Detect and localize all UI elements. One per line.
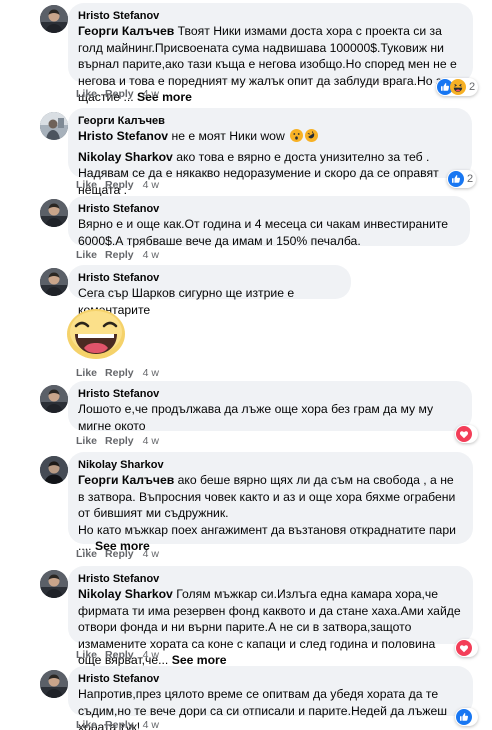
reaction-summary[interactable] <box>455 425 478 443</box>
mention-link[interactable]: Nikolay Sharkov <box>78 587 173 601</box>
avatar[interactable] <box>40 268 68 296</box>
like-button[interactable]: Like <box>76 719 97 730</box>
reaction-summary[interactable]: 2 <box>447 170 477 188</box>
laughing-sticker[interactable] <box>66 306 126 362</box>
avatar[interactable] <box>40 5 68 33</box>
mention-link[interactable]: Nikolay Sharkov <box>78 150 173 164</box>
comment-actions: Like Reply 4 w <box>76 435 159 447</box>
love-icon <box>456 640 472 656</box>
reply-button[interactable]: Reply <box>105 88 134 100</box>
timestamp[interactable]: 4 w <box>143 649 159 661</box>
timestamp[interactable]: 4 w <box>143 548 159 560</box>
like-button[interactable]: Like <box>76 367 97 379</box>
timestamp[interactable]: 4 w <box>143 719 159 730</box>
comment-actions: Like Reply 4 w <box>76 548 159 560</box>
comment-bubble: Hristo Stefanov Лошото е,че продължава д… <box>68 381 472 433</box>
reply-button[interactable]: Reply <box>105 548 134 560</box>
like-button[interactable]: Like <box>76 649 97 661</box>
reaction-summary[interactable]: 2 <box>436 78 479 96</box>
timestamp[interactable]: 4 w <box>143 367 159 379</box>
comment-author[interactable]: Hristo Stefanov <box>78 202 458 216</box>
comment-bubble: Hristo Stefanov Георги Калъчев Твоят Ник… <box>68 3 473 104</box>
comment-bubble: Hristo Stefanov Сега сър Шарков сигурно … <box>68 265 351 317</box>
surprised-emoji <box>290 129 304 142</box>
rofl-emoji <box>305 129 319 142</box>
reply-button[interactable]: Reply <box>105 719 134 730</box>
comment-actions: Like Reply 4 w <box>76 249 159 261</box>
comment-bubble: Hristo Stefanov Вярно е и още как.От год… <box>68 196 470 248</box>
comment-author[interactable]: Hristo Stefanov <box>78 387 460 401</box>
reply-button[interactable]: Reply <box>105 435 134 447</box>
comment-text: Георги Калъчев ако беше вярно щях ли да … <box>78 473 456 553</box>
avatar[interactable] <box>40 670 68 698</box>
love-icon <box>456 426 472 442</box>
comment-author[interactable]: Nikolay Sharkov <box>78 458 461 472</box>
haha-icon <box>450 79 466 95</box>
comment-actions: Like Reply 4 w <box>76 88 159 100</box>
timestamp[interactable]: 4 w <box>143 88 159 100</box>
comment-bubble: Hristo Stefanov Nikolay Sharkov Голям мъ… <box>68 566 473 667</box>
reply-button[interactable]: Reply <box>105 179 134 191</box>
see-more-link[interactable]: See more <box>172 653 227 667</box>
reaction-summary[interactable] <box>455 708 478 726</box>
comment-actions: Like Reply 4 w <box>76 179 159 191</box>
timestamp[interactable]: 4 w <box>143 179 159 191</box>
like-button[interactable]: Like <box>76 179 97 191</box>
avatar[interactable] <box>40 385 68 413</box>
avatar[interactable] <box>40 570 68 598</box>
avatar[interactable] <box>40 456 68 484</box>
mention-link[interactable]: Hristo Stefanov <box>78 129 168 143</box>
avatar[interactable] <box>40 112 68 140</box>
mention-link[interactable]: Георги Калъчев <box>78 24 174 38</box>
avatar[interactable] <box>40 199 68 227</box>
comment-author[interactable]: Hristo Stefanov <box>78 9 461 23</box>
like-button[interactable]: Like <box>76 548 97 560</box>
comment-text: Лошото е,че продължава да лъже още хора … <box>78 402 434 433</box>
comment-author[interactable]: Hristo Stefanov <box>78 572 461 586</box>
comment-text: Вярно е и още как.От година и 4 месеца с… <box>78 217 449 248</box>
like-icon <box>456 709 472 725</box>
timestamp[interactable]: 4 w <box>143 435 159 447</box>
comment-author[interactable]: Георги Калъчев <box>78 114 460 128</box>
reaction-summary[interactable] <box>455 639 478 657</box>
comment-actions: Like Reply 4 w <box>76 367 159 379</box>
comment-actions: Like Reply 4 w <box>76 649 159 661</box>
comment-text-line-1: Hristo Stefanov не е моят Ники wow <box>78 128 460 145</box>
reply-button[interactable]: Reply <box>105 367 134 379</box>
comment-actions: Like Reply 4 w <box>76 719 159 730</box>
like-button[interactable]: Like <box>76 435 97 447</box>
reaction-count: 2 <box>469 81 476 93</box>
like-button[interactable]: Like <box>76 88 97 100</box>
reaction-count: 2 <box>467 173 474 185</box>
comment-bubble: Hristo Stefanov Напротив,през цялото вре… <box>68 666 473 730</box>
comment-author[interactable]: Hristo Stefanov <box>78 271 339 285</box>
like-button[interactable]: Like <box>76 249 97 261</box>
timestamp[interactable]: 4 w <box>143 249 159 261</box>
mention-link[interactable]: Георги Калъчев <box>78 473 174 487</box>
comment-author[interactable]: Hristo Stefanov <box>78 672 461 686</box>
comment-bubble: Nikolay Sharkov Георги Калъчев ако беше … <box>68 452 473 553</box>
comment-bubble: Георги Калъчев Hristo Stefanov не е моят… <box>68 108 472 197</box>
reply-button[interactable]: Reply <box>105 249 134 261</box>
reply-button[interactable]: Reply <box>105 649 134 661</box>
like-icon <box>448 171 464 187</box>
